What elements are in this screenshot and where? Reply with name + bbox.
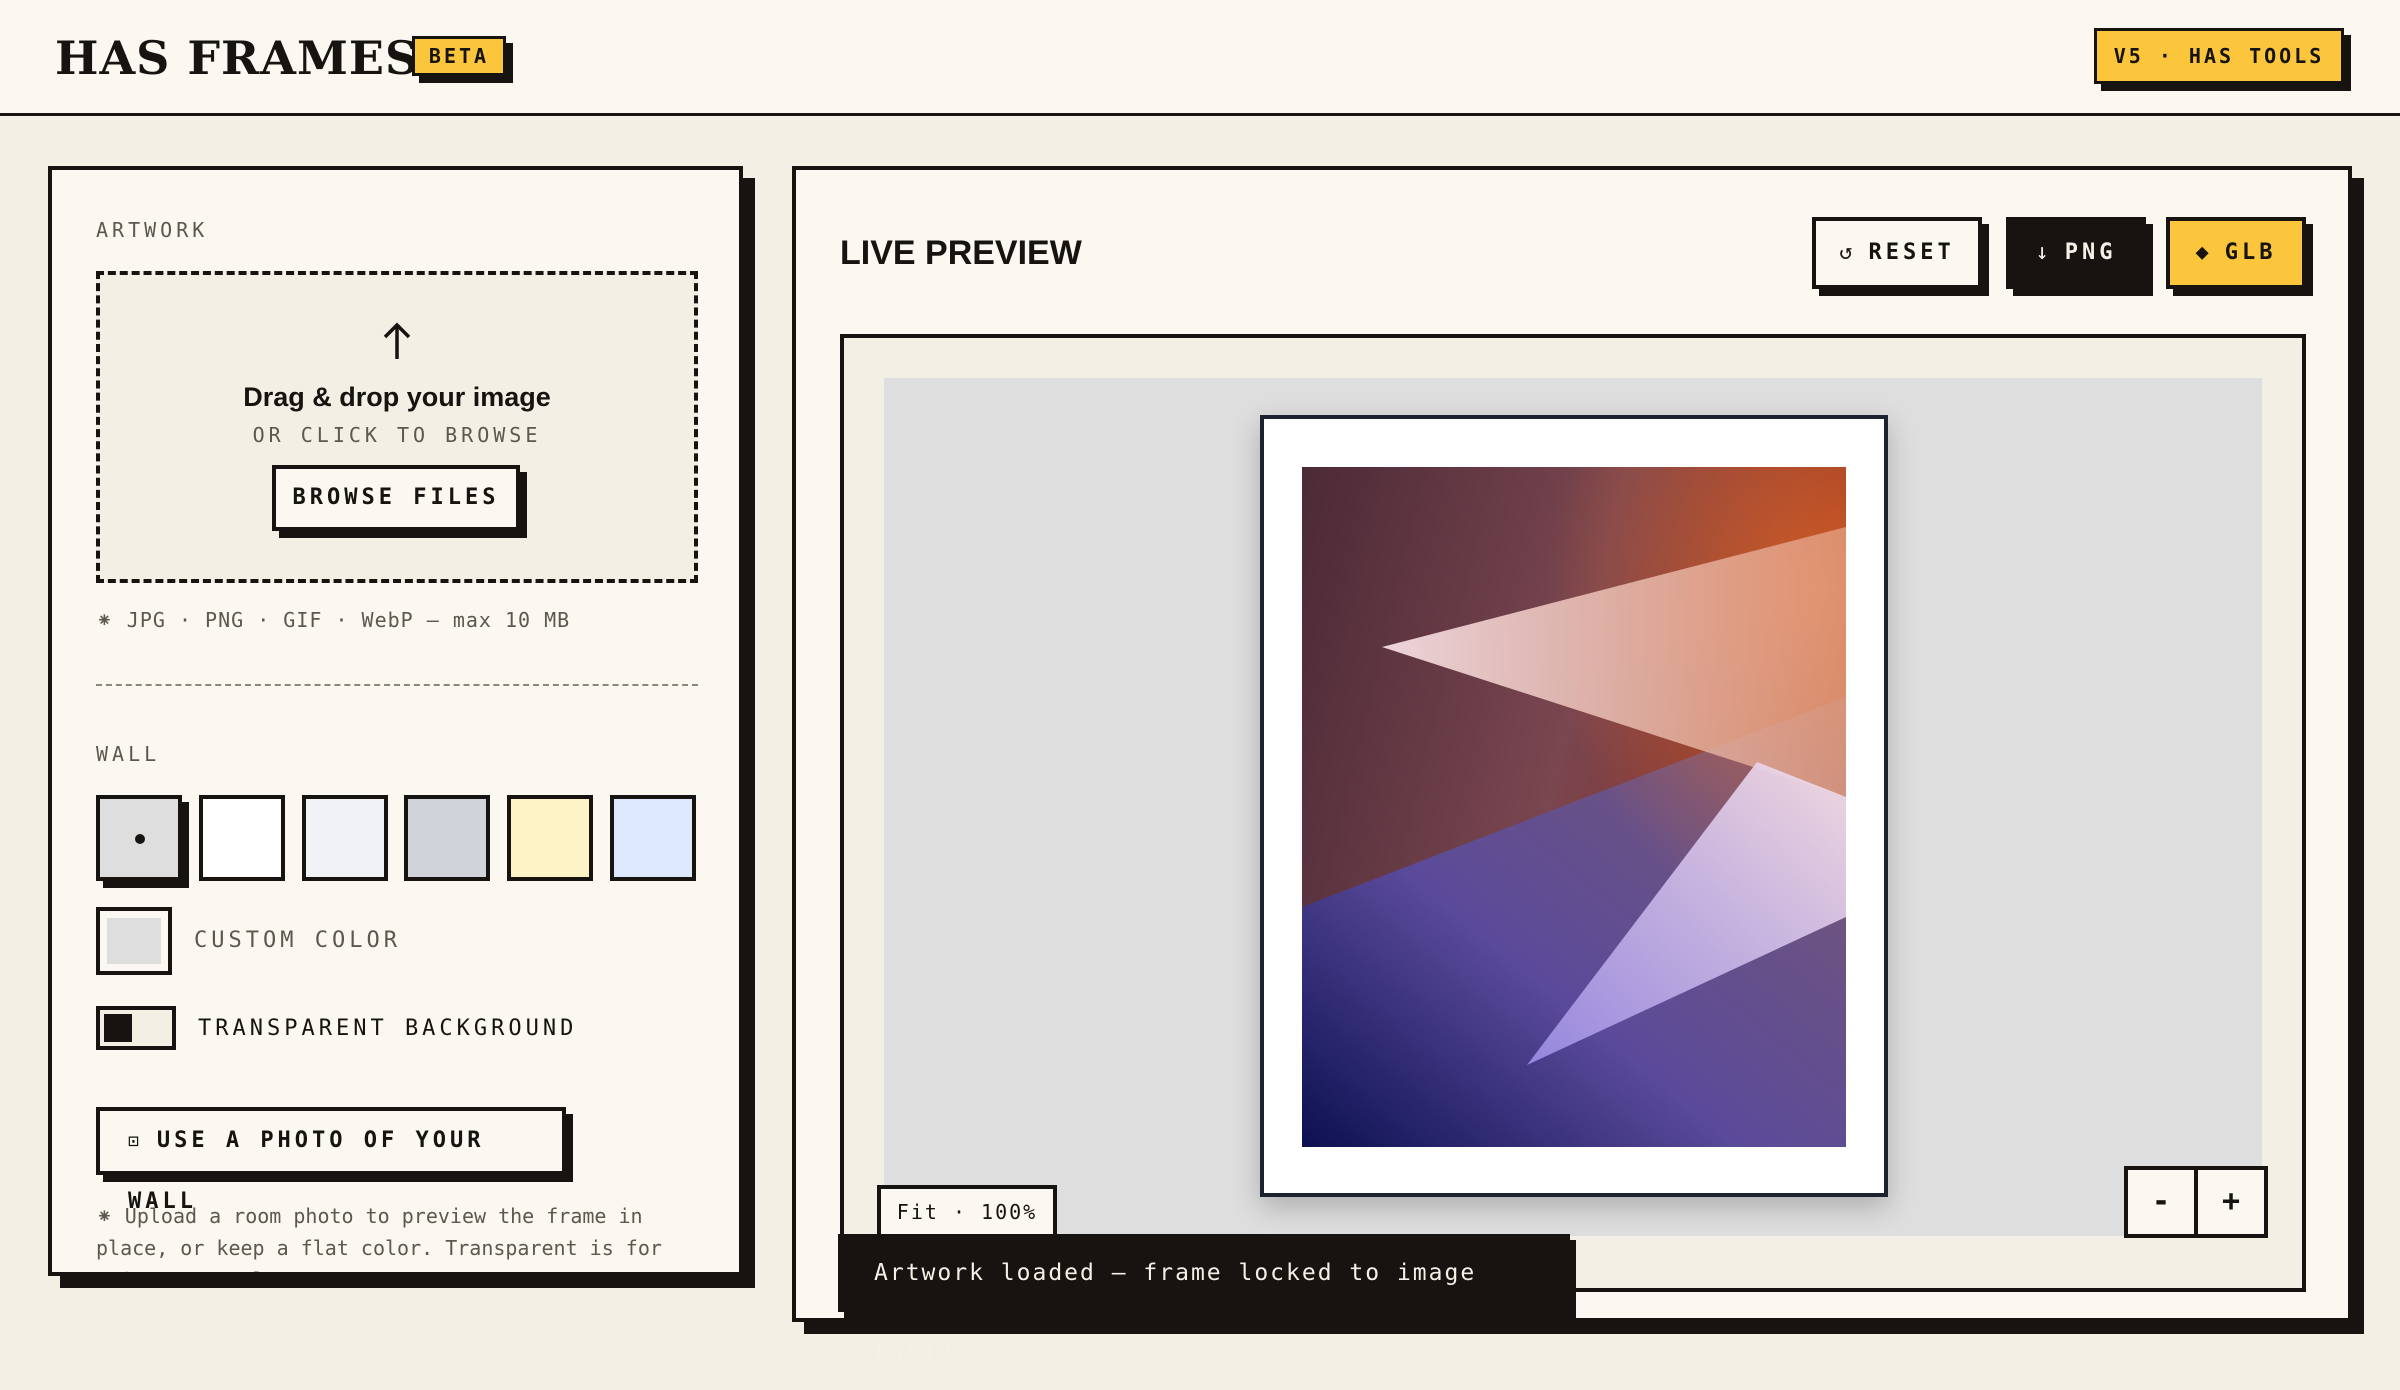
wall-help-text: ⁕ Upload a room photo to preview the fra…	[96, 1204, 662, 1272]
wall-section-label: WALL	[96, 742, 161, 766]
reset-label: RESET	[1868, 240, 1955, 265]
app-header: HAS FRAMES BETA V5 · HAS TOOLS	[0, 0, 2400, 116]
png-label: PNG	[2064, 240, 2117, 265]
wall-swatch-gray[interactable]	[96, 795, 182, 881]
artwork-image	[1302, 467, 1846, 1147]
export-glb-button[interactable]: ◆ GLB	[2166, 217, 2306, 289]
wall-swatch-slate[interactable]	[404, 795, 490, 881]
section-divider	[96, 684, 698, 686]
preview-panel: LIVE PREVIEW ↺ RESET ↓ PNG ◆ GLB	[792, 166, 2352, 1322]
download-icon: ↓	[2035, 240, 2053, 265]
zoom-controls: - +	[2124, 1166, 2268, 1238]
glb-label: GLB	[2224, 240, 2277, 265]
image-dropzone[interactable]: Drag & drop your image OR CLICK TO BROWS…	[96, 271, 698, 583]
zoom-in-button[interactable]: +	[2198, 1170, 2264, 1234]
custom-color-label: CUSTOM COLOR	[194, 928, 401, 953]
wall-swatch-light-blue[interactable]	[610, 795, 696, 881]
transparent-label: TRANSPARENT BACKGROUND	[198, 1016, 578, 1041]
wall-background	[884, 378, 2262, 1236]
wall-swatch-off-white[interactable]	[302, 795, 388, 881]
custom-color-preview	[107, 918, 161, 964]
use-wall-photo-button[interactable]: ⊡ USE A PHOTO OF YOUR WALL	[96, 1107, 566, 1214]
zoom-out-button[interactable]: -	[2128, 1170, 2198, 1234]
preview-title: LIVE PREVIEW	[840, 234, 1082, 272]
beta-badge: BETA	[412, 36, 506, 76]
fit-zoom-indicator[interactable]: Fit · 100%	[877, 1185, 1057, 1239]
version-badge[interactable]: V5 · HAS TOOLS	[2094, 28, 2344, 84]
transparent-toggle[interactable]	[96, 1006, 176, 1050]
export-png-button[interactable]: ↓ PNG	[2006, 217, 2146, 289]
status-toast: Artwork loaded — frame locked to image r…	[838, 1234, 1570, 1364]
wall-swatch-white[interactable]	[199, 795, 285, 881]
reset-button[interactable]: ↺ RESET	[1812, 217, 1982, 289]
preview-stage[interactable]	[840, 334, 2306, 1292]
image-icon: ⊡	[128, 1131, 143, 1152]
arrow-up-icon	[383, 322, 411, 359]
reset-icon: ↺	[1839, 240, 1857, 265]
brand-logo[interactable]: HAS FRAMES	[55, 30, 419, 86]
browse-files-button[interactable]: BROWSE FILES	[272, 465, 520, 531]
dropzone-title: Drag & drop your image	[243, 382, 551, 412]
wall-swatch-cream[interactable]	[507, 795, 593, 881]
picture-frame[interactable]	[1260, 415, 1888, 1197]
settings-panel: ARTWORK Drag & drop your image OR CLICK …	[48, 166, 743, 1276]
dropzone-subtitle: OR CLICK TO BROWSE	[252, 423, 542, 447]
artwork-section-label: ARTWORK	[96, 218, 209, 242]
custom-color-picker[interactable]	[96, 907, 172, 975]
toggle-knob	[104, 1014, 132, 1042]
formats-note: ⁕ JPG · PNG · GIF · WebP — max 10 MB	[96, 608, 571, 632]
selected-dot-icon	[135, 834, 145, 844]
diamond-icon: ◆	[2195, 240, 2213, 265]
